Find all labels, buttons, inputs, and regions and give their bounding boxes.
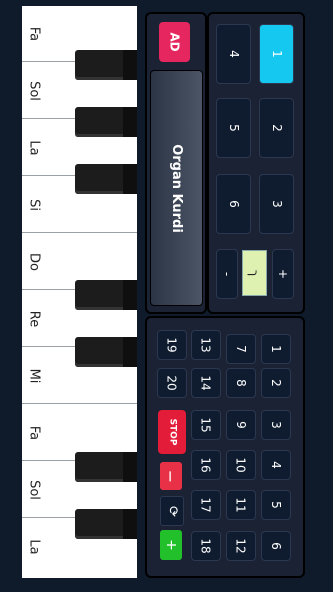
key-label: Do [26,252,42,271]
plus-icon: + [162,539,179,551]
rhythm-button-20[interactable]: 20 [157,368,187,398]
key-label: Fa [26,26,42,41]
rhythm-button-15[interactable]: 15 [191,410,221,440]
key-label: Re [26,310,42,327]
tempo-minus-button[interactable]: − [160,462,182,490]
minus-icon: − [161,469,181,483]
rhythm-button-9[interactable]: 9 [226,410,256,440]
preset-label: 3 [269,200,284,208]
black-key[interactable] [75,50,137,80]
transpose-value: ך [247,269,262,277]
key-label: La [26,539,42,555]
rhythm-button-14[interactable]: 14 [191,368,221,398]
stop-button[interactable]: STOP [158,410,186,454]
black-key[interactable] [75,337,137,367]
rhythm-label: 4 [268,461,283,469]
title-text: Organ Kurdi [169,143,185,233]
rhythm-label: 16 [199,457,213,473]
rhythm-button-10[interactable]: 10 [226,450,256,480]
minus-label: - [220,271,234,277]
rhythm-button-1[interactable]: 1 [261,334,291,364]
rhythm-label: 2 [268,379,283,387]
rhythm-button-4[interactable]: 4 [261,450,291,480]
app-frame: Fa Sol La Si Do Re Mi Fa Sol La AD Organ… [0,0,333,592]
rhythm-label: 9 [233,421,248,429]
rhythm-button-18[interactable]: 18 [191,531,221,561]
black-key[interactable] [75,280,137,310]
rhythm-label: 12 [234,538,248,554]
rhythm-label: 17 [199,497,213,513]
instrument-title: Organ Kurdi [150,70,203,306]
key-label: Sol [26,80,42,101]
rhythm-button-13[interactable]: 13 [191,330,221,360]
preset-button-6[interactable]: 6 [216,174,251,234]
rhythm-label: 11 [234,497,248,513]
loop-icon: ⟳ [164,505,180,517]
rhythm-button-6[interactable]: 6 [261,531,291,561]
rhythm-button-12[interactable]: 12 [226,531,256,561]
preset-label: 1 [269,50,284,58]
ad-button[interactable]: AD [159,22,190,62]
key-label: Fa [26,425,42,440]
loop-button[interactable]: ⟳ [160,496,184,526]
preset-label: 2 [269,124,284,132]
rhythm-label: 19 [165,337,179,353]
preset-button-2[interactable]: 2 [259,98,294,158]
preset-button-5[interactable]: 5 [216,98,251,158]
transpose-plus-button[interactable]: + [272,249,294,299]
preset-button-4[interactable]: 4 [216,24,251,84]
black-key[interactable] [75,107,137,137]
rhythm-label: 20 [165,375,179,391]
black-key[interactable] [75,509,137,539]
rhythm-button-7[interactable]: 7 [226,334,256,364]
key-label: La [26,139,42,156]
piano-keyboard: Fa Sol La Si Do Re Mi Fa Sol La [22,6,137,578]
rhythm-label: 14 [199,375,213,391]
rhythm-button-5[interactable]: 5 [261,490,291,520]
rhythm-button-8[interactable]: 8 [226,368,256,398]
rhythm-label: 8 [233,379,248,387]
key-label: Si [26,198,42,211]
rhythm-label: 7 [233,345,248,353]
rhythm-button-2[interactable]: 2 [261,368,291,398]
ad-label: AD [167,32,182,52]
black-key[interactable] [75,164,137,194]
rhythm-label: 1 [268,345,283,353]
rhythm-label: 13 [199,337,213,353]
rhythm-label: 5 [268,501,283,509]
plus-label: + [276,268,290,280]
transpose-minus-button[interactable]: - [216,249,238,299]
preset-label: 5 [226,124,241,132]
stop-label: STOP [167,418,177,446]
preset-button-3[interactable]: 3 [259,174,294,234]
rhythm-button-3[interactable]: 3 [261,410,291,440]
rhythm-label: 18 [199,538,213,554]
rhythm-button-11[interactable]: 11 [226,490,256,520]
rhythm-label: 15 [199,417,213,433]
rhythm-button-16[interactable]: 16 [191,450,221,480]
key-label: Sol [26,479,42,500]
tempo-plus-button[interactable]: + [160,530,182,560]
rhythm-button-19[interactable]: 19 [157,330,187,360]
preset-label: 6 [226,200,241,208]
preset-label: 4 [226,50,241,58]
transpose-display: ך [242,250,267,296]
key-label: Mi [26,368,42,383]
rhythm-label: 6 [268,542,283,550]
rhythm-label: 3 [268,421,283,429]
black-key[interactable] [75,452,137,482]
preset-button-1[interactable]: 1 [259,24,294,84]
rhythm-button-17[interactable]: 17 [191,490,221,520]
rhythm-label: 10 [234,457,248,473]
